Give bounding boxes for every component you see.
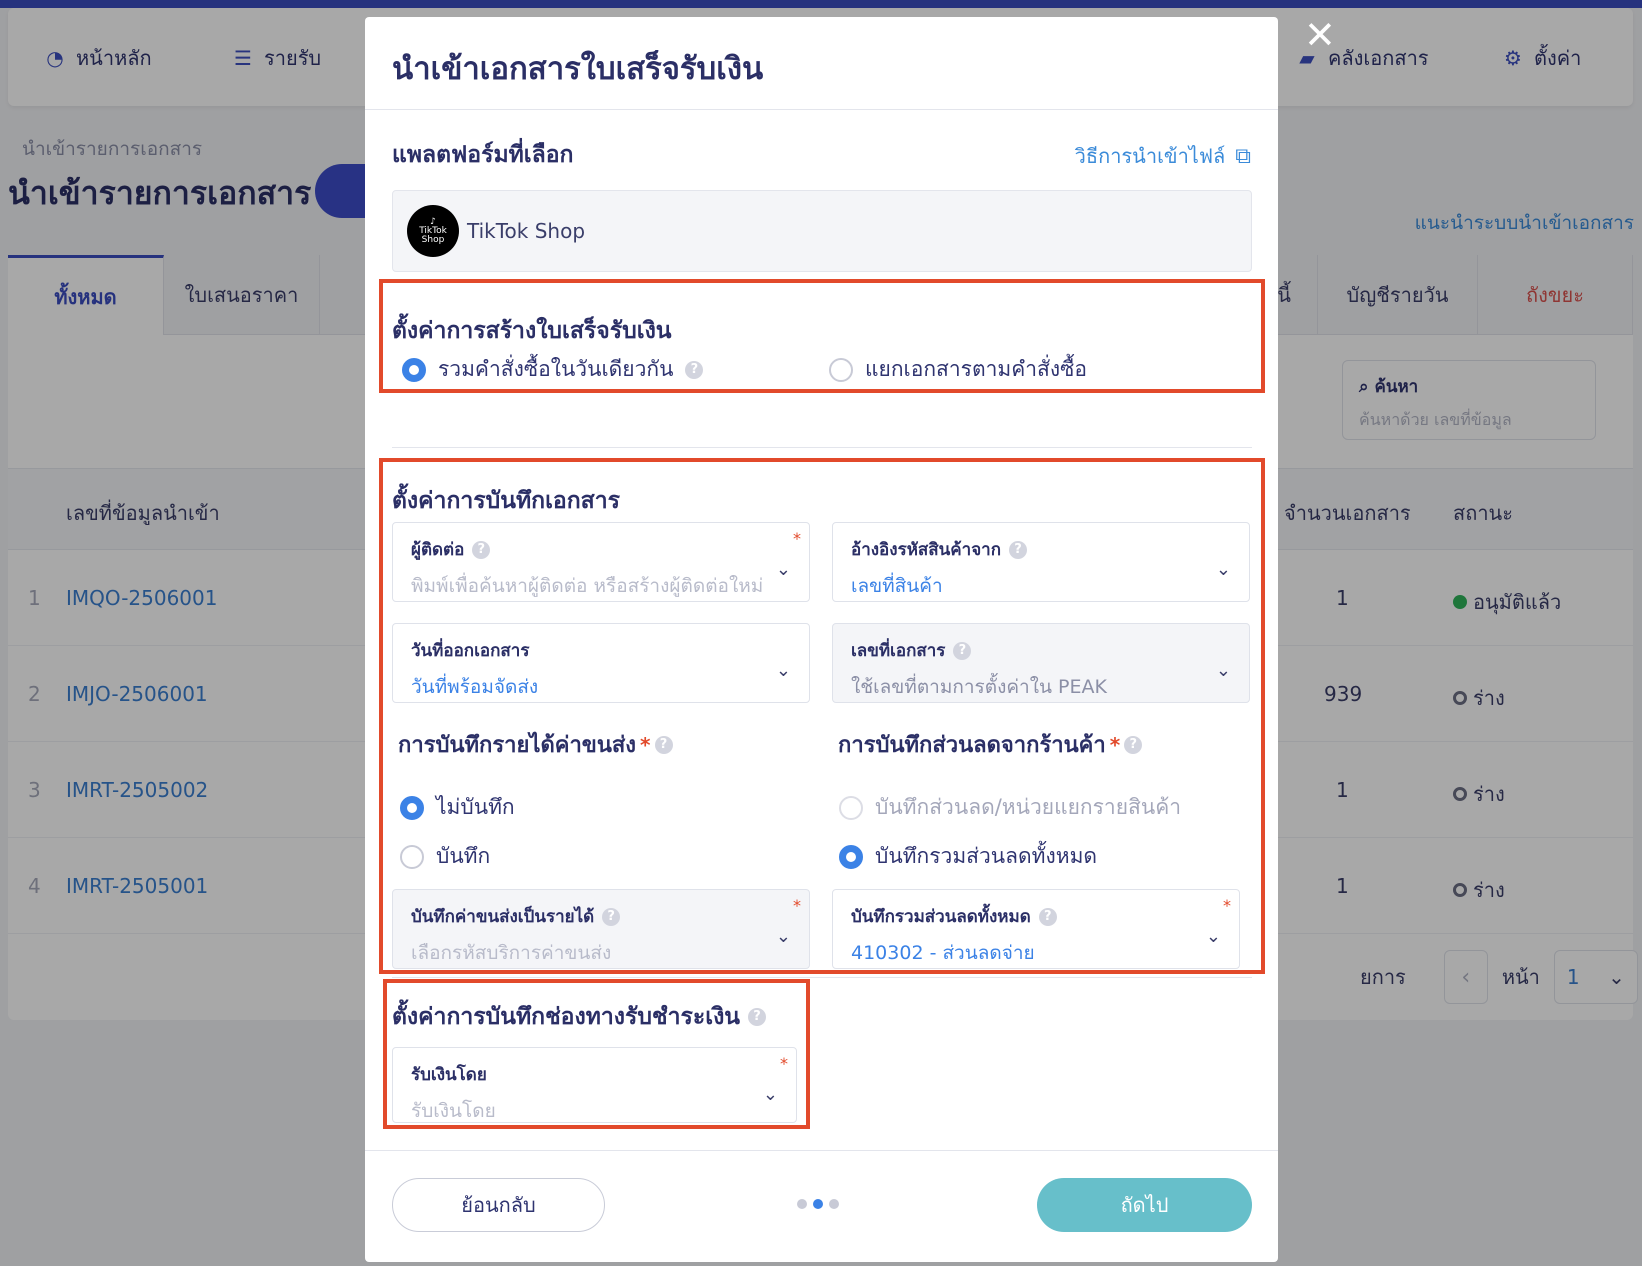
next-button[interactable]: ถัดไป bbox=[1037, 1178, 1252, 1232]
contact-field[interactable]: ผู้ติดต่อ? พิมพ์เพื่อค้นหาผู้ติดต่อ หรือ… bbox=[392, 522, 810, 602]
radio-shipping-no[interactable]: ไม่บันทึก bbox=[400, 791, 515, 824]
payment-settings-title-text: ตั้งค่าการบันทึกช่องทางรับชำระเงิน bbox=[392, 1004, 741, 1030]
close-icon[interactable]: ✕ bbox=[1304, 16, 1336, 54]
store-discount-title-text: การบันทึกส่วนลดจากร้านค้า bbox=[838, 733, 1106, 758]
help-icon[interactable]: ? bbox=[472, 540, 491, 559]
radio-shipping-yes-label: บันทึก bbox=[436, 844, 491, 868]
help-icon[interactable]: ? bbox=[1009, 540, 1027, 559]
step-indicator bbox=[797, 1199, 839, 1209]
platform-section-title: แพลตฟอร์มที่เลือก bbox=[392, 142, 574, 168]
required-marker: * bbox=[1109, 732, 1121, 757]
shipping-service-select[interactable]: บันทึกค่าขนส่งเป็นรายได้? เลือกรหัสบริกา… bbox=[392, 889, 810, 969]
radio-merge-orders[interactable]: รวมคำสั่งซื้อในวันเดียวกัน ? bbox=[402, 353, 704, 386]
discount-account-label: บันทึกรวมส่วนลดทั้งหมด bbox=[851, 907, 1031, 927]
step-dot bbox=[797, 1199, 807, 1209]
step-dot-current bbox=[813, 1199, 823, 1209]
radio-split-label: แยกเอกสารตามคำสั่งซื้อ bbox=[865, 357, 1087, 381]
help-icon[interactable]: ? bbox=[953, 641, 972, 660]
radio-merge-label: รวมคำสั่งซื้อในวันเดียวกัน bbox=[438, 357, 674, 381]
divider bbox=[392, 447, 1252, 448]
selected-platform: ♪ TikTok Shop TikTok Shop bbox=[392, 190, 1252, 272]
product-reference-label: อ้างอิงรหัสสินค้าจาก bbox=[851, 540, 1001, 560]
back-button[interactable]: ย้อนกลับ bbox=[392, 1178, 605, 1232]
receive-by-placeholder: รับเงินโดย bbox=[411, 1100, 496, 1122]
howto-import-label: วิธีการนำเข้าไฟล์ bbox=[1074, 144, 1226, 168]
radio-unselected bbox=[829, 357, 853, 382]
shipping-income-title: การบันทึกรายได้ค่าขนส่ง *? bbox=[398, 727, 673, 762]
product-reference-value: เลขที่สินค้า bbox=[851, 575, 943, 597]
shipping-service-label: บันทึกค่าขนส่งเป็นรายได้ bbox=[411, 907, 595, 927]
document-number-label: เลขที่เอกสาร bbox=[851, 641, 946, 661]
radio-unselected bbox=[839, 795, 863, 820]
chevron-down-icon: ⌄ bbox=[762, 1084, 778, 1105]
shipping-income-title-text: การบันทึกรายได้ค่าขนส่ง bbox=[398, 733, 637, 758]
help-icon[interactable]: ? bbox=[654, 735, 673, 754]
required-marker: * bbox=[640, 732, 651, 757]
external-link-icon: ⧉ bbox=[1235, 143, 1251, 169]
chevron-down-icon: ⌄ bbox=[1215, 660, 1231, 681]
issue-date-select[interactable]: วันที่ออกเอกสาร วันที่พร้อมจัดส่ง ⌄ bbox=[392, 623, 810, 703]
radio-unselected bbox=[400, 844, 424, 869]
issue-date-label: วันที่ออกเอกสาร bbox=[411, 641, 530, 661]
creation-settings-title: ตั้งค่าการสร้างใบเสร็จรับเงิน bbox=[392, 318, 672, 344]
modal-header: นำเข้าเอกสารใบเสร็จรับเงิน bbox=[365, 17, 1278, 110]
radio-shipping-no-label: ไม่บันทึก bbox=[436, 795, 515, 819]
issue-date-value: วันที่พร้อมจัดส่ง bbox=[411, 676, 539, 698]
howto-import-link[interactable]: วิธีการนำเข้าไฟล์ ⧉ bbox=[1075, 140, 1251, 172]
save-settings-title: ตั้งค่าการบันทึกเอกสาร bbox=[392, 488, 620, 514]
step-dot bbox=[829, 1199, 839, 1209]
radio-discount-total-label: บันทึกรวมส่วนลดทั้งหมด bbox=[875, 844, 1098, 868]
help-icon[interactable]: ? bbox=[748, 1008, 767, 1026]
radio-split-orders[interactable]: แยกเอกสารตามคำสั่งซื้อ bbox=[829, 353, 1087, 386]
contact-label: ผู้ติดต่อ bbox=[411, 540, 465, 560]
help-icon[interactable]: ? bbox=[602, 907, 621, 926]
radio-shipping-yes[interactable]: บันทึก bbox=[400, 840, 490, 873]
required-marker: * bbox=[1223, 896, 1231, 915]
required-marker: * bbox=[780, 1054, 788, 1073]
required-marker: * bbox=[793, 529, 801, 548]
divider bbox=[392, 977, 1252, 978]
chevron-down-icon: ⌄ bbox=[775, 660, 791, 681]
discount-account-select[interactable]: บันทึกรวมส่วนลดทั้งหมด? 410302 - ส่วนลดจ… bbox=[832, 889, 1240, 969]
radio-discount-per-item[interactable]: บันทึกส่วนลด/หน่วยแยกรายสินค้า bbox=[839, 791, 1181, 824]
receive-by-select[interactable]: รับเงินโดย รับเงินโดย * ⌄ bbox=[392, 1047, 797, 1123]
document-number-value: ใช้เลขที่ตามการตั้งค่าใน PEAK bbox=[851, 676, 1107, 698]
shipping-service-placeholder: เลือกรหัสบริการค่าขนส่ง bbox=[411, 942, 612, 964]
import-receipt-modal: นำเข้าเอกสารใบเสร็จรับเงิน แพลตฟอร์มที่เ… bbox=[365, 17, 1278, 1262]
receive-by-label: รับเงินโดย bbox=[411, 1065, 487, 1085]
modal-footer: ย้อนกลับ ถัดไป bbox=[365, 1150, 1278, 1262]
chevron-down-icon: ⌄ bbox=[1205, 926, 1221, 947]
tiktok-shop-logo: ♪ TikTok Shop bbox=[407, 205, 459, 257]
radio-discount-total[interactable]: บันทึกรวมส่วนลดทั้งหมด bbox=[839, 840, 1097, 873]
help-icon[interactable]: ? bbox=[1124, 735, 1143, 754]
chevron-down-icon: ⌄ bbox=[775, 926, 791, 947]
radio-selected bbox=[400, 795, 424, 820]
help-icon[interactable]: ? bbox=[685, 360, 704, 379]
store-discount-title: การบันทึกส่วนลดจากร้านค้า *? bbox=[838, 727, 1143, 762]
radio-discount-per-item-label: บันทึกส่วนลด/หน่วยแยกรายสินค้า bbox=[875, 795, 1182, 819]
payment-settings-title: ตั้งค่าการบันทึกช่องทางรับชำระเงิน? bbox=[392, 999, 767, 1035]
help-icon[interactable]: ? bbox=[1038, 907, 1057, 926]
required-marker: * bbox=[793, 896, 801, 915]
chevron-down-icon: ⌄ bbox=[775, 559, 791, 580]
discount-account-value: 410302 - ส่วนลดจ่าย bbox=[851, 942, 1035, 964]
radio-selected bbox=[402, 357, 426, 382]
product-reference-select[interactable]: อ้างอิงรหัสสินค้าจาก? เลขที่สินค้า ⌄ bbox=[832, 522, 1250, 602]
document-number-select[interactable]: เลขที่เอกสาร? ใช้เลขที่ตามการตั้งค่าใน P… bbox=[832, 623, 1250, 703]
chevron-down-icon: ⌄ bbox=[1215, 559, 1231, 580]
platform-name: TikTok Shop bbox=[467, 219, 586, 243]
contact-placeholder: พิมพ์เพื่อค้นหาผู้ติดต่อ หรือสร้างผู้ติด… bbox=[411, 575, 764, 597]
radio-selected bbox=[839, 844, 863, 869]
modal-title: นำเข้าเอกสารใบเสร็จรับเงิน bbox=[392, 51, 764, 87]
